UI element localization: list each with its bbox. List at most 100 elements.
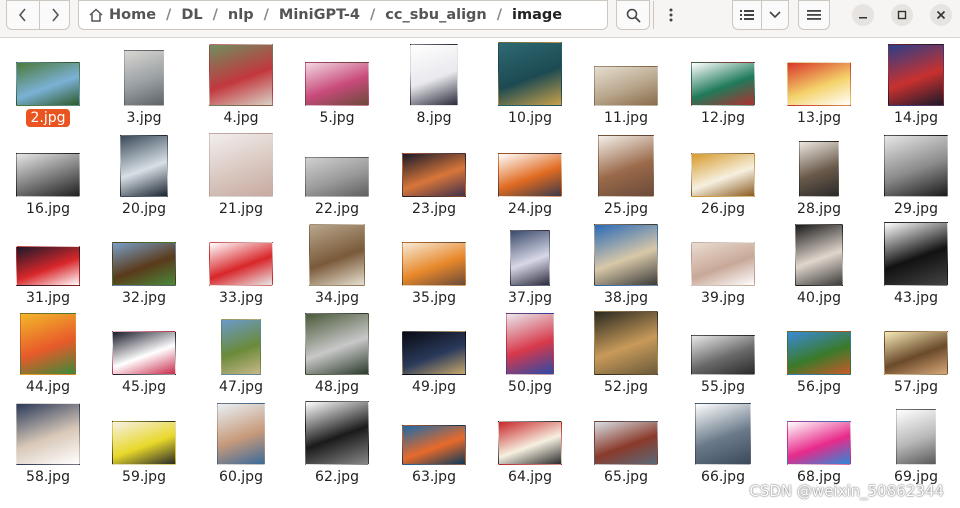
file-thumbnail[interactable] bbox=[402, 153, 466, 197]
file-thumbnail[interactable] bbox=[209, 242, 273, 286]
file-item[interactable]: 68.jpg bbox=[771, 401, 867, 491]
breadcrumb-dl[interactable]: DL bbox=[175, 7, 208, 23]
file-item[interactable]: 65.jpg bbox=[578, 401, 674, 491]
breadcrumb-nlp[interactable]: nlp bbox=[222, 7, 260, 23]
file-thumbnail[interactable] bbox=[594, 421, 658, 465]
file-thumbnail[interactable] bbox=[217, 403, 265, 465]
file-thumbnail[interactable] bbox=[888, 44, 944, 106]
file-item[interactable]: 32.jpg bbox=[96, 222, 192, 312]
file-item[interactable]: 45.jpg bbox=[96, 311, 192, 401]
breadcrumb-minigpt4[interactable]: MiniGPT-4 bbox=[273, 7, 366, 23]
file-item[interactable]: 48.jpg bbox=[289, 311, 385, 401]
maximize-button[interactable] bbox=[891, 4, 913, 26]
file-item[interactable]: 56.jpg bbox=[771, 311, 867, 401]
file-item[interactable]: 25.jpg bbox=[578, 133, 674, 223]
file-item[interactable]: 43.jpg bbox=[868, 222, 960, 312]
file-thumbnail[interactable] bbox=[16, 403, 80, 465]
file-thumbnail[interactable] bbox=[305, 401, 369, 465]
file-item[interactable]: 33.jpg bbox=[193, 222, 289, 312]
file-thumbnail[interactable] bbox=[309, 224, 365, 286]
view-list-button[interactable] bbox=[732, 0, 762, 30]
file-item[interactable]: 24.jpg bbox=[482, 133, 578, 223]
file-item[interactable]: 31.jpg bbox=[0, 222, 96, 312]
file-item[interactable]: 50.jpg bbox=[482, 311, 578, 401]
file-item[interactable]: 29.jpg bbox=[868, 133, 960, 223]
back-button[interactable] bbox=[7, 1, 40, 29]
file-item[interactable]: 16.jpg bbox=[0, 133, 96, 223]
main-menu-button[interactable] bbox=[798, 0, 830, 30]
file-thumbnail[interactable] bbox=[691, 335, 755, 375]
file-item[interactable]: 34.jpg bbox=[289, 222, 385, 312]
file-item[interactable]: 21.jpg bbox=[193, 133, 289, 223]
file-item[interactable]: 13.jpg bbox=[771, 42, 867, 132]
file-thumbnail[interactable] bbox=[787, 331, 851, 375]
minimize-button[interactable] bbox=[852, 4, 874, 26]
file-item[interactable]: 8.jpg bbox=[386, 42, 482, 132]
file-item[interactable]: 35.jpg bbox=[386, 222, 482, 312]
view-options-button[interactable] bbox=[761, 0, 789, 30]
breadcrumb-image[interactable]: image bbox=[506, 7, 568, 23]
file-item[interactable]: 4.jpg bbox=[193, 42, 289, 132]
file-item[interactable]: 47.jpg bbox=[193, 311, 289, 401]
file-item[interactable]: 22.jpg bbox=[289, 133, 385, 223]
file-item[interactable]: 55.jpg bbox=[675, 311, 771, 401]
file-thumbnail[interactable] bbox=[884, 331, 948, 375]
file-thumbnail[interactable] bbox=[305, 313, 369, 375]
file-thumbnail[interactable] bbox=[884, 135, 948, 197]
file-thumbnail[interactable] bbox=[124, 50, 164, 106]
file-item[interactable]: 44.jpg bbox=[0, 311, 96, 401]
file-item[interactable]: 26.jpg bbox=[675, 133, 771, 223]
file-thumbnail[interactable] bbox=[498, 421, 562, 465]
file-thumbnail[interactable] bbox=[510, 230, 550, 286]
file-item[interactable]: 40.jpg bbox=[771, 222, 867, 312]
close-button[interactable] bbox=[930, 4, 952, 26]
file-item[interactable]: 14.jpg bbox=[868, 42, 960, 132]
file-item[interactable]: 60.jpg bbox=[193, 401, 289, 491]
file-item[interactable]: 39.jpg bbox=[675, 222, 771, 312]
file-item[interactable]: 69.jpg bbox=[868, 401, 960, 491]
file-thumbnail[interactable] bbox=[112, 331, 176, 375]
file-item[interactable]: 37.jpg bbox=[482, 222, 578, 312]
file-thumbnail[interactable] bbox=[787, 62, 851, 106]
file-item[interactable]: 58.jpg bbox=[0, 401, 96, 491]
file-item[interactable]: 23.jpg bbox=[386, 133, 482, 223]
file-thumbnail[interactable] bbox=[209, 133, 273, 197]
file-thumbnail[interactable] bbox=[598, 135, 654, 197]
file-thumbnail[interactable] bbox=[787, 421, 851, 465]
file-thumbnail[interactable] bbox=[594, 66, 658, 106]
file-thumbnail[interactable] bbox=[498, 42, 562, 106]
file-item[interactable]: 49.jpg bbox=[386, 311, 482, 401]
file-item[interactable]: 38.jpg bbox=[578, 222, 674, 312]
file-thumbnail[interactable] bbox=[402, 331, 466, 375]
file-thumbnail[interactable] bbox=[498, 153, 562, 197]
file-thumbnail[interactable] bbox=[112, 242, 176, 286]
file-thumbnail[interactable] bbox=[691, 242, 755, 286]
search-button[interactable] bbox=[616, 0, 650, 30]
file-item[interactable]: 57.jpg bbox=[868, 311, 960, 401]
file-item[interactable]: 52.jpg bbox=[578, 311, 674, 401]
file-item[interactable]: 3.jpg bbox=[96, 42, 192, 132]
file-thumbnail[interactable] bbox=[402, 242, 466, 286]
file-thumbnail[interactable] bbox=[691, 153, 755, 197]
file-item[interactable]: 28.jpg bbox=[771, 133, 867, 223]
file-thumbnail[interactable] bbox=[112, 421, 176, 465]
file-thumbnail[interactable] bbox=[402, 425, 466, 465]
file-item[interactable]: 12.jpg bbox=[675, 42, 771, 132]
breadcrumb-cc-sbu-align[interactable]: cc_sbu_align bbox=[379, 7, 492, 23]
file-thumbnail[interactable] bbox=[506, 313, 554, 375]
file-thumbnail[interactable] bbox=[20, 313, 76, 375]
file-item[interactable]: 63.jpg bbox=[386, 401, 482, 491]
file-thumbnail[interactable] bbox=[16, 62, 80, 106]
file-item[interactable]: 66.jpg bbox=[675, 401, 771, 491]
file-thumbnail[interactable] bbox=[209, 44, 273, 106]
file-thumbnail[interactable] bbox=[16, 246, 80, 286]
file-thumbnail[interactable] bbox=[305, 157, 369, 197]
file-thumbnail[interactable] bbox=[120, 135, 168, 197]
breadcrumb-home[interactable]: Home bbox=[103, 7, 162, 23]
file-thumbnail[interactable] bbox=[896, 409, 936, 465]
file-thumbnail[interactable] bbox=[16, 153, 80, 197]
file-thumbnail[interactable] bbox=[691, 62, 755, 106]
forward-button[interactable] bbox=[39, 1, 71, 29]
file-thumbnail[interactable] bbox=[795, 224, 843, 286]
file-item[interactable]: 20.jpg bbox=[96, 133, 192, 223]
